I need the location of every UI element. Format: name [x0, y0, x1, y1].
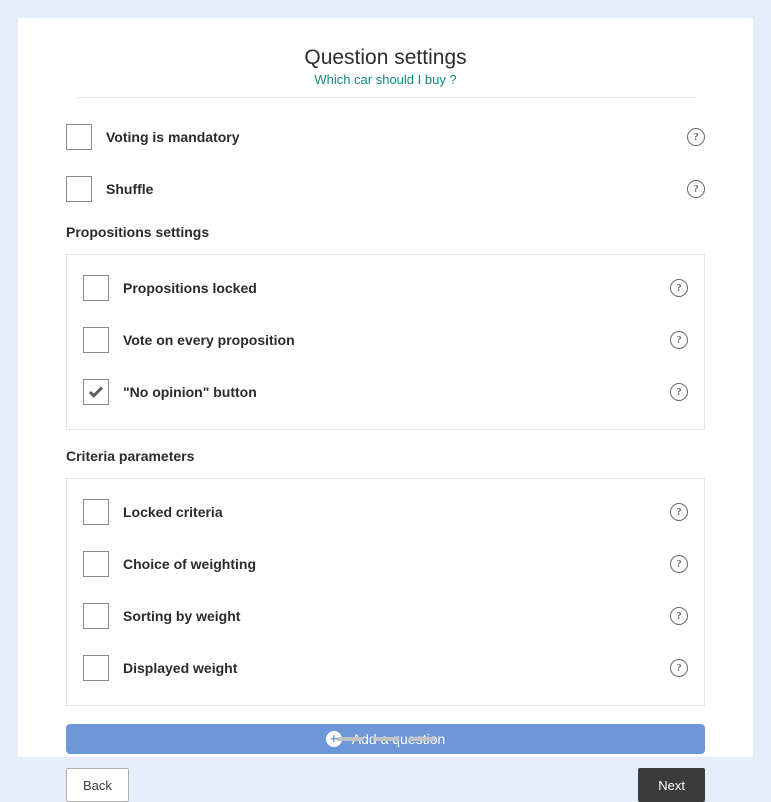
- label-voting-mandatory: Voting is mandatory: [106, 129, 687, 145]
- section-title-criteria: Criteria parameters: [66, 448, 705, 464]
- next-button[interactable]: Next: [638, 768, 705, 802]
- progress-step: [373, 737, 399, 741]
- checkbox-shuffle[interactable]: [66, 176, 92, 202]
- option-displayed-weight: Displayed weight ?: [83, 651, 688, 685]
- back-button[interactable]: Back: [66, 768, 129, 802]
- page-title: Question settings: [66, 46, 705, 70]
- option-propositions-locked: Propositions locked ?: [83, 271, 688, 305]
- option-choice-weighting: Choice of weighting ?: [83, 547, 688, 581]
- checkbox-locked-criteria[interactable]: [83, 499, 109, 525]
- checkbox-voting-mandatory[interactable]: [66, 124, 92, 150]
- checkbox-sorting-weight[interactable]: [83, 603, 109, 629]
- label-locked-criteria: Locked criteria: [123, 504, 670, 520]
- label-vote-every-proposition: Vote on every proposition: [123, 332, 670, 348]
- option-shuffle: Shuffle ?: [66, 172, 705, 206]
- checkbox-choice-weighting[interactable]: [83, 551, 109, 577]
- progress-step: [337, 737, 363, 741]
- settings-card: Question settings Which car should I buy…: [18, 18, 753, 757]
- option-locked-criteria: Locked criteria ?: [83, 495, 688, 529]
- checkbox-no-opinion[interactable]: [83, 379, 109, 405]
- label-shuffle: Shuffle: [106, 181, 687, 197]
- help-icon[interactable]: ?: [670, 331, 688, 349]
- footer-buttons: Back Next: [66, 768, 705, 802]
- help-icon[interactable]: ?: [670, 659, 688, 677]
- progress-step: [409, 737, 435, 741]
- section-title-propositions: Propositions settings: [66, 224, 705, 240]
- option-no-opinion: "No opinion" button ?: [83, 375, 688, 409]
- label-propositions-locked: Propositions locked: [123, 280, 670, 296]
- help-icon[interactable]: ?: [670, 607, 688, 625]
- help-icon[interactable]: ?: [687, 128, 705, 146]
- help-icon[interactable]: ?: [670, 279, 688, 297]
- option-voting-mandatory: Voting is mandatory ?: [66, 120, 705, 154]
- divider: [76, 97, 695, 98]
- option-sorting-weight: Sorting by weight ?: [83, 599, 688, 633]
- label-no-opinion: "No opinion" button: [123, 384, 670, 400]
- label-displayed-weight: Displayed weight: [123, 660, 670, 676]
- option-vote-every-proposition: Vote on every proposition ?: [83, 323, 688, 357]
- question-subtitle: Which car should I buy ?: [66, 72, 705, 87]
- help-icon[interactable]: ?: [670, 555, 688, 573]
- criteria-box: Locked criteria ? Choice of weighting ? …: [66, 478, 705, 706]
- label-choice-weighting: Choice of weighting: [123, 556, 670, 572]
- propositions-box: Propositions locked ? Vote on every prop…: [66, 254, 705, 430]
- checkbox-displayed-weight[interactable]: [83, 655, 109, 681]
- label-sorting-weight: Sorting by weight: [123, 608, 670, 624]
- help-icon[interactable]: ?: [670, 503, 688, 521]
- help-icon[interactable]: ?: [687, 180, 705, 198]
- checkbox-vote-every-proposition[interactable]: [83, 327, 109, 353]
- check-icon: [87, 383, 105, 401]
- checkbox-propositions-locked[interactable]: [83, 275, 109, 301]
- help-icon[interactable]: ?: [670, 383, 688, 401]
- progress-indicator: [337, 737, 435, 741]
